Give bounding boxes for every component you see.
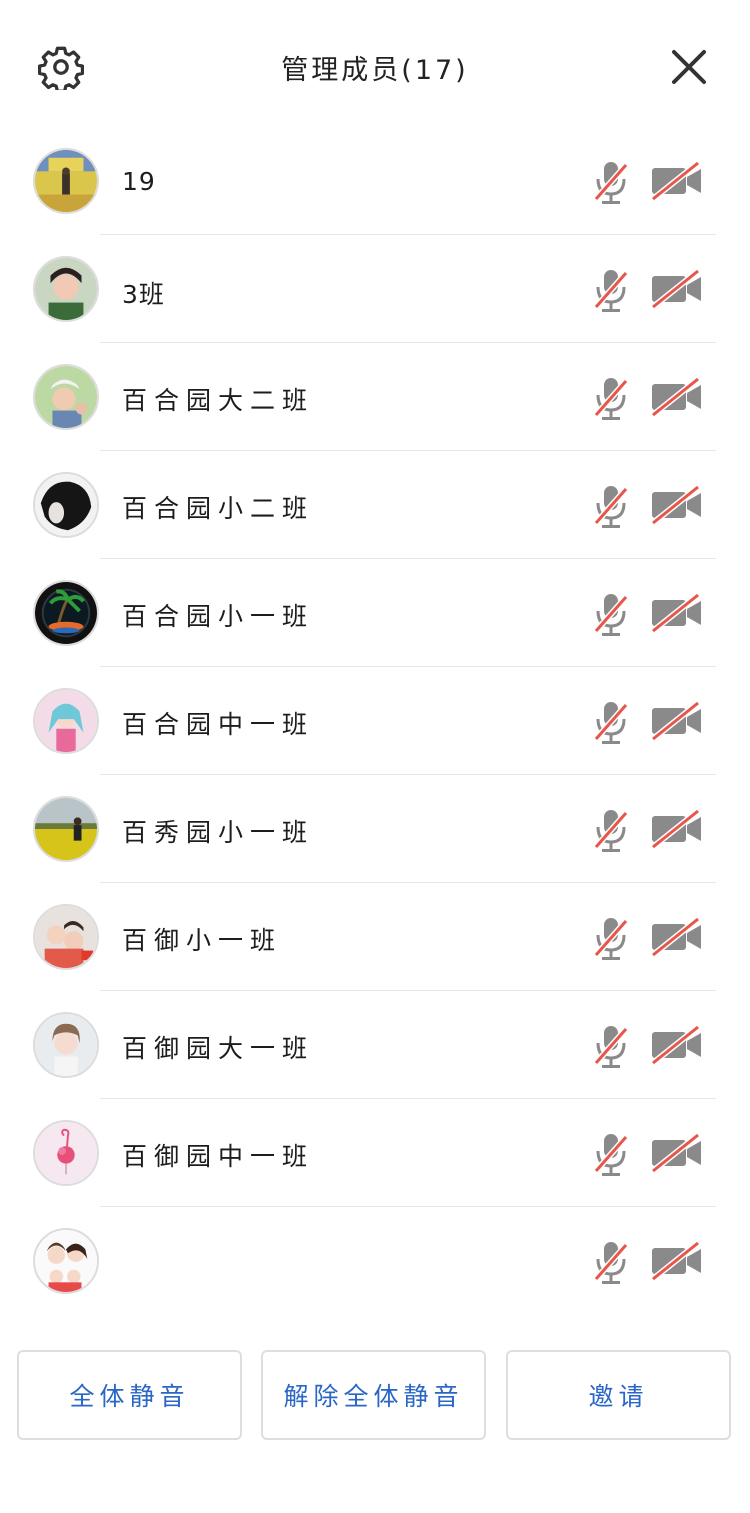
header: 管理成员(17) [0,0,750,135]
camera-off-icon[interactable] [650,268,704,310]
member-name: 3班 [122,280,165,309]
member-row[interactable]: 百合园小二班 [0,451,750,559]
page-title: 管理成员(17) [281,55,469,86]
mic-muted-icon[interactable] [592,483,630,531]
avatar [33,472,99,538]
member-name: 百御园中一班 [122,1142,315,1171]
camera-off-icon[interactable] [650,1132,704,1174]
member-name: 百御园大一班 [122,1034,315,1063]
member-row[interactable]: 百御园大一班 [0,991,750,1099]
member-name: 百合园中一班 [122,710,315,739]
mic-muted-icon[interactable] [592,1131,630,1179]
avatar [33,904,99,970]
member-name: 百御小一班 [122,926,283,955]
mic-muted-icon[interactable] [592,591,630,639]
member-row[interactable]: 百合园中一班 [0,667,750,775]
mic-muted-icon[interactable] [592,267,630,315]
member-name: 百合园大二班 [122,386,315,415]
avatar [33,688,99,754]
camera-off-icon[interactable] [650,484,704,526]
member-name: 百合园小一班 [122,602,315,631]
member-name: 百合园小二班 [122,494,315,523]
member-name: 百秀园小一班 [122,818,315,847]
member-name: 19 [122,167,156,196]
mute-all-button[interactable]: 全体静音 [17,1350,242,1440]
close-icon[interactable] [668,46,710,88]
camera-off-icon[interactable] [650,1240,704,1282]
member-row[interactable] [0,1207,750,1315]
camera-off-icon[interactable] [650,592,704,634]
avatar [33,1012,99,1078]
mic-muted-icon[interactable] [592,159,630,207]
camera-off-icon[interactable] [650,160,704,202]
member-row[interactable]: 百秀园小一班 [0,775,750,883]
camera-off-icon[interactable] [650,1024,704,1066]
member-list: 19 3班百合园大二班 百合园小二班 百合园小一班 百合园中一班 百秀园小一班 百御小一班百… [0,127,750,1315]
camera-off-icon[interactable] [650,916,704,958]
unmute-all-button[interactable]: 解除全体静音 [261,1350,486,1440]
avatar [33,148,99,214]
camera-off-icon[interactable] [650,808,704,850]
member-row[interactable]: 百御园中一班 [0,1099,750,1207]
camera-off-icon[interactable] [650,700,704,742]
avatar [33,256,99,322]
member-row[interactable]: 19 [0,127,750,235]
mic-muted-icon[interactable] [592,1023,630,1071]
member-row[interactable]: 3班 [0,235,750,343]
avatar [33,1228,99,1294]
avatar [33,580,99,646]
member-row[interactable]: 百合园小一班 [0,559,750,667]
member-row[interactable]: 百合园大二班 [0,343,750,451]
member-row[interactable]: 百御小一班 [0,883,750,991]
avatar [33,364,99,430]
mic-muted-icon[interactable] [592,915,630,963]
avatar [33,796,99,862]
camera-off-icon[interactable] [650,376,704,418]
action-bar: 全体静音 解除全体静音 邀请 [17,1350,733,1442]
invite-button[interactable]: 邀请 [506,1350,731,1440]
member-management-panel: 管理成员(17) 19 3班百合园大二班 百合园小二班 百合园小一班 百合园中一班 百秀园… [0,0,750,1513]
mic-muted-icon[interactable] [592,1239,630,1287]
mic-muted-icon[interactable] [592,375,630,423]
mic-muted-icon[interactable] [592,807,630,855]
mic-muted-icon[interactable] [592,699,630,747]
avatar [33,1120,99,1186]
